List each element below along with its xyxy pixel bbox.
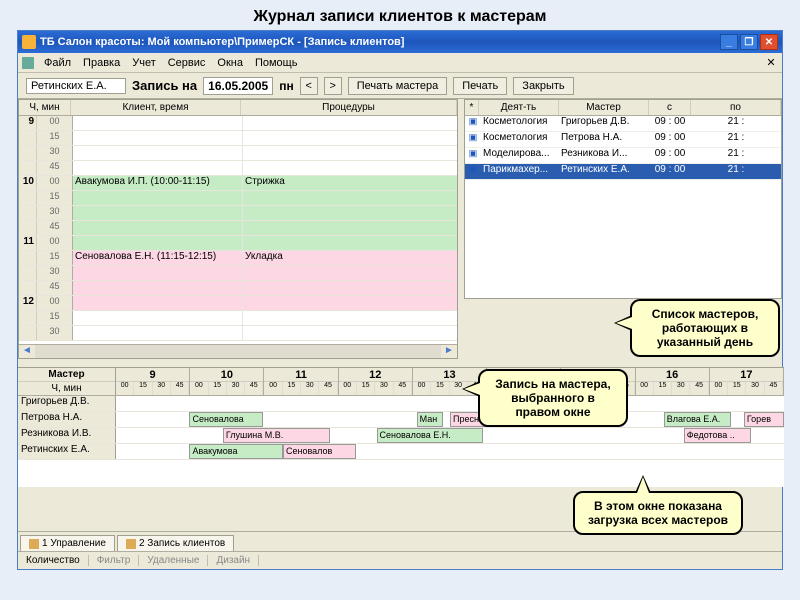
minimize-button[interactable]: _ [720, 34, 738, 50]
statusbar: КоличествоФильтрУдаленныеДизайн [18, 551, 782, 569]
appointment-block[interactable]: Горев [744, 412, 784, 427]
schedule-row[interactable]: 45 [19, 221, 457, 236]
tl-col-master: Мастер [18, 368, 115, 382]
close-panel-button[interactable]: Закрыть [513, 77, 573, 95]
schedule-row[interactable]: 900 [19, 116, 457, 131]
appointment-block[interactable]: Сеновалова [189, 412, 262, 427]
schedule-row[interactable]: 15 [19, 311, 457, 326]
scroll-left-icon[interactable]: ◄ [19, 345, 35, 358]
hour-label: 17 [710, 368, 783, 382]
schedule-row[interactable]: 45 [19, 161, 457, 176]
schedule-row[interactable]: 1200 [19, 296, 457, 311]
master-row[interactable]: ▣КосметологияПетрова Н.А.09 : 0021 : [465, 132, 781, 148]
print-button[interactable]: Печать [453, 77, 507, 95]
menu-icon [22, 57, 34, 69]
row-icon: ▣ [465, 164, 481, 179]
callout-masters: Список мастеров, работающих в указанный … [630, 299, 780, 357]
menu-Помощь[interactable]: Помощь [249, 55, 304, 71]
col-from: с [649, 100, 691, 115]
toolbar: Ретинских Е.А. Запись на 16.05.2005 пн <… [18, 73, 782, 99]
h-scrollbar[interactable]: ◄ ► [19, 344, 457, 358]
schedule-row[interactable]: 30 [19, 206, 457, 221]
schedule-row[interactable]: 15 [19, 131, 457, 146]
titlebar: ТБ Салон красоты: Мой компьютер\ПримерСК… [18, 31, 782, 53]
hour-label: 13 [413, 368, 486, 382]
row-icon: ▣ [465, 148, 481, 163]
print-master-button[interactable]: Печать мастера [348, 77, 448, 95]
appointment-block[interactable]: Сеновалов [283, 444, 356, 459]
next-day-button[interactable]: > [324, 77, 342, 95]
menu-Сервис[interactable]: Сервис [162, 55, 212, 71]
master-row[interactable]: ▣КосметологияГригорьев Д.В.09 : 0021 : [465, 116, 781, 132]
schedule-row[interactable]: 15 [19, 191, 457, 206]
date-input[interactable]: 16.05.2005 [203, 77, 273, 95]
timeline-row[interactable]: Резникова И.В.Глушина М.В.Сеновалова Е.Н… [18, 428, 784, 444]
hour-label: 12 [339, 368, 412, 382]
timeline-row[interactable]: Григорьев Д.В. [18, 396, 784, 412]
close-button[interactable]: ✕ [760, 34, 778, 50]
col-proc: Процедуры [241, 100, 457, 115]
menubar: ФайлПравкаУчетСервисОкнаПомощь ✕ [18, 53, 782, 73]
row-icon: ▣ [465, 116, 481, 131]
hour-label: 11 [264, 368, 337, 382]
row-icon: ▣ [465, 132, 481, 147]
col-activity: Деят-ть [479, 100, 559, 115]
callout-schedule: Запись на мастера, выбранного в правом о… [478, 369, 628, 427]
master-row[interactable]: ▣Парикмахер...Ретинских Е.А.09 : 0021 : [465, 164, 781, 180]
menu-Файл[interactable]: Файл [38, 55, 77, 71]
hour-label: 16 [636, 368, 709, 382]
maximize-button[interactable]: ❐ [740, 34, 758, 50]
toolbar-label: Запись на [132, 78, 197, 93]
doc-close-button[interactable]: ✕ [764, 56, 778, 70]
menu-Окна[interactable]: Окна [211, 55, 249, 71]
col-star: * [465, 100, 479, 115]
timeline-row[interactable]: Петрова Н.А.СеноваловаМанПресняВлагова Е… [18, 412, 784, 428]
tab-icon [126, 539, 136, 549]
appointment-block[interactable]: Авакумова [189, 444, 283, 459]
tl-col-time: Ч, мин [18, 382, 115, 395]
menu-Правка[interactable]: Правка [77, 55, 126, 71]
window-title: ТБ Салон красоты: Мой компьютер\ПримерСК… [40, 36, 404, 48]
masters-panel: * Деят-ть Мастер с по ▣КосметологияГриго… [464, 99, 782, 299]
schedule-row[interactable]: 30 [19, 146, 457, 161]
schedule-row[interactable]: 1000Авакумова И.П. (10:00-11:15)Стрижка [19, 176, 457, 191]
app-window: ТБ Салон красоты: Мой компьютер\ПримерСК… [17, 30, 783, 570]
status-segment: Дизайн [208, 555, 259, 566]
schedule-panel: Ч, мин Клиент, время Процедуры 900153045… [18, 99, 458, 359]
schedule-row[interactable]: 30 [19, 326, 457, 341]
col-client: Клиент, время [71, 100, 241, 115]
hour-label: 10 [190, 368, 263, 382]
col-master: Мастер [559, 100, 649, 115]
col-to: по [691, 100, 781, 115]
appointment-block[interactable]: Сеновалова Е.Н. [377, 428, 484, 443]
schedule-row[interactable]: 30 [19, 266, 457, 281]
page-title: Журнал записи клиентов к мастерам [0, 0, 800, 30]
schedule-row[interactable]: 15Сеновалова Е.Н. (11:15-12:15)Укладка [19, 251, 457, 266]
tab[interactable]: 2 Запись клиентов [117, 535, 234, 551]
timeline-panel: Мастер Ч, мин 90015304510001530451100153… [18, 367, 784, 487]
day-label: пн [279, 79, 294, 93]
hour-label: 9 [116, 368, 189, 382]
menu-Учет[interactable]: Учет [126, 55, 162, 71]
status-segment: Количество [18, 555, 89, 566]
schedule-row[interactable]: 1100 [19, 236, 457, 251]
master-select[interactable]: Ретинских Е.А. [26, 78, 126, 94]
callout-timeline: В этом окне показана загрузка всех масте… [573, 491, 743, 535]
col-time: Ч, мин [19, 100, 71, 115]
appointment-block[interactable]: Федотова .. [684, 428, 751, 443]
status-segment: Фильтр [89, 555, 140, 566]
status-segment: Удаленные [139, 555, 208, 566]
tab-icon [29, 539, 39, 549]
appointment-block[interactable]: Ман [417, 412, 444, 427]
tab[interactable]: 1 Управление [20, 535, 115, 551]
appointment-block[interactable]: Глушина М.В. [223, 428, 330, 443]
master-row[interactable]: ▣Моделирова...Резникова И...09 : 0021 : [465, 148, 781, 164]
timeline-row[interactable]: Ретинских Е.А.АвакумоваСеновалов [18, 444, 784, 460]
app-icon [22, 35, 36, 49]
schedule-row[interactable]: 45 [19, 281, 457, 296]
appointment-block[interactable]: Влагова Е.А. [664, 412, 731, 427]
prev-day-button[interactable]: < [300, 77, 318, 95]
scroll-right-icon[interactable]: ► [441, 345, 457, 358]
